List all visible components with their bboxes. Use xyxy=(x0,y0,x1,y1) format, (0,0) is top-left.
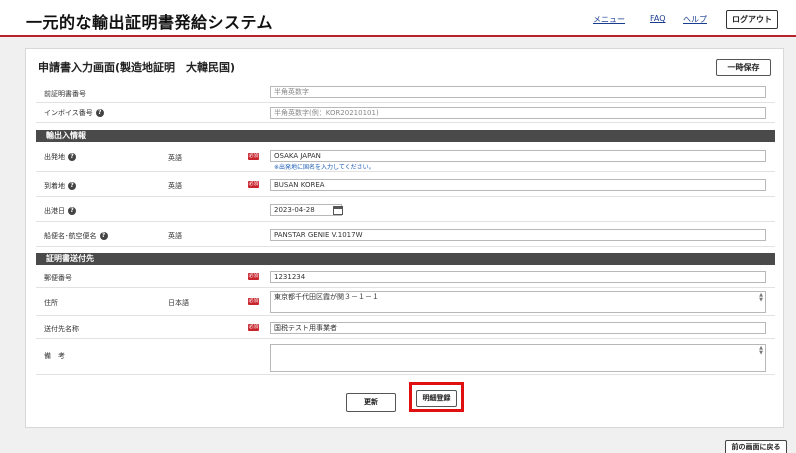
app-title: 一元的な輸出証明書発給システム xyxy=(26,13,274,32)
address-label: 住所 xyxy=(44,299,58,307)
vessel-label-wrap: 船便名･航空便名? xyxy=(44,231,108,241)
address-lang: 日本語 xyxy=(168,299,189,307)
scroll-arrows-icon[interactable]: ▲ ▼ xyxy=(759,293,763,303)
nav-help-link[interactable]: ヘルプ xyxy=(683,14,707,25)
top-bar: 一元的な輸出証明書発給システム メニュー FAQ ヘルプ ログアウト xyxy=(0,0,796,37)
remarks-label: 備 考 xyxy=(44,352,65,360)
ship-date-row: 出港日? 2023-04-28 xyxy=(36,197,775,222)
help-icon[interactable]: ? xyxy=(99,232,108,240)
address-textarea[interactable]: 東京都千代田区霞が関３－１－１ ▲ ▼ xyxy=(270,291,766,313)
update-button[interactable]: 更新 xyxy=(346,393,396,412)
recipient-name-label: 送付先名称 xyxy=(44,325,79,333)
logout-button[interactable]: ログアウト xyxy=(726,10,778,29)
departure-hint: ※出発地に国名を入力してください。 xyxy=(274,164,375,171)
postal-row: 郵便番号 必須 1231234 xyxy=(36,265,775,288)
ship-date-value: 2023-04-28 xyxy=(274,206,315,214)
departure-row: 出発地? 英語 必須 OSAKA JAPAN ※出発地に国名を入力してください。 xyxy=(36,142,775,172)
previous-cert-input[interactable]: 半角英数字 xyxy=(270,86,766,98)
departure-lang: 英語 xyxy=(168,154,182,162)
invoice-label-wrap: インボイス番号? xyxy=(44,108,104,118)
form-panel: 申請書入力画面(製造地証明 大韓民国) 一時保存 前証明書番号 半角英数字 イン… xyxy=(25,48,784,428)
calendar-icon[interactable] xyxy=(333,206,343,215)
postal-input[interactable]: 1231234 xyxy=(270,271,766,283)
help-icon[interactable]: ? xyxy=(68,182,76,190)
page-title: 申請書入力画面(製造地証明 大韓民国) xyxy=(38,61,236,74)
recipient-name-input[interactable]: 国税テスト用事業者 xyxy=(270,322,766,334)
arrival-label: 到着地 xyxy=(44,182,65,190)
section-recipient: 証明書送付先 xyxy=(36,253,775,265)
required-badge: 必須 xyxy=(248,298,259,305)
required-badge: 必須 xyxy=(248,273,259,280)
detail-register-button[interactable]: 明細登録 xyxy=(416,390,457,407)
help-icon[interactable]: ? xyxy=(68,153,76,161)
required-badge: 必須 xyxy=(248,324,259,331)
previous-cert-label: 前証明書番号 xyxy=(44,90,86,98)
postal-label: 郵便番号 xyxy=(44,274,72,282)
previous-cert-row: 前証明書番号 半角英数字 xyxy=(36,84,775,103)
arrival-input[interactable]: BUSAN KOREA xyxy=(270,179,766,191)
required-badge: 必須 xyxy=(248,181,259,188)
arrival-row: 到着地? 英語 必須 BUSAN KOREA xyxy=(36,172,775,197)
vessel-input[interactable]: PANSTAR GENIE V.1017W xyxy=(270,229,766,241)
nav-menu-link[interactable]: メニュー xyxy=(593,14,625,25)
remarks-row: 備 考 ▲ ▼ xyxy=(36,339,775,375)
ship-date-label: 出港日 xyxy=(44,207,65,215)
address-row: 住所 日本語 必須 東京都千代田区霞が関３－１－１ ▲ ▼ xyxy=(36,288,775,316)
invoice-row: インボイス番号? 半角英数字(例：KOR20210101) xyxy=(36,103,775,123)
departure-input[interactable]: OSAKA JAPAN xyxy=(270,150,766,162)
section-trade-info: 輸出入情報 xyxy=(36,130,775,142)
vessel-row: 船便名･航空便名? 英語 PANSTAR GENIE V.1017W xyxy=(36,222,775,247)
recipient-name-row: 送付先名称 必須 国税テスト用事業者 xyxy=(36,316,775,339)
vessel-label: 船便名･航空便名 xyxy=(44,232,97,240)
invoice-input[interactable]: 半角英数字(例：KOR20210101) xyxy=(270,107,766,119)
back-button[interactable]: 前の画面に戻る xyxy=(725,440,787,453)
remarks-textarea[interactable]: ▲ ▼ xyxy=(270,344,766,372)
invoice-label: インボイス番号 xyxy=(44,109,93,117)
ship-date-label-wrap: 出港日? xyxy=(44,206,76,216)
scroll-arrows-icon[interactable]: ▲ ▼ xyxy=(759,346,763,356)
help-icon[interactable]: ? xyxy=(95,109,104,117)
address-value: 東京都千代田区霞が関３－１－１ xyxy=(274,293,379,301)
vessel-lang: 英語 xyxy=(168,232,182,240)
nav-faq-link[interactable]: FAQ xyxy=(650,14,666,23)
help-icon[interactable]: ? xyxy=(68,207,76,215)
arrival-lang: 英語 xyxy=(168,182,182,190)
arrival-label-wrap: 到着地? xyxy=(44,181,76,191)
required-badge: 必須 xyxy=(248,153,259,160)
ship-date-input[interactable]: 2023-04-28 xyxy=(270,204,342,216)
departure-label: 出発地 xyxy=(44,153,65,161)
temporary-save-button[interactable]: 一時保存 xyxy=(716,59,771,76)
departure-label-wrap: 出発地? xyxy=(44,152,76,162)
